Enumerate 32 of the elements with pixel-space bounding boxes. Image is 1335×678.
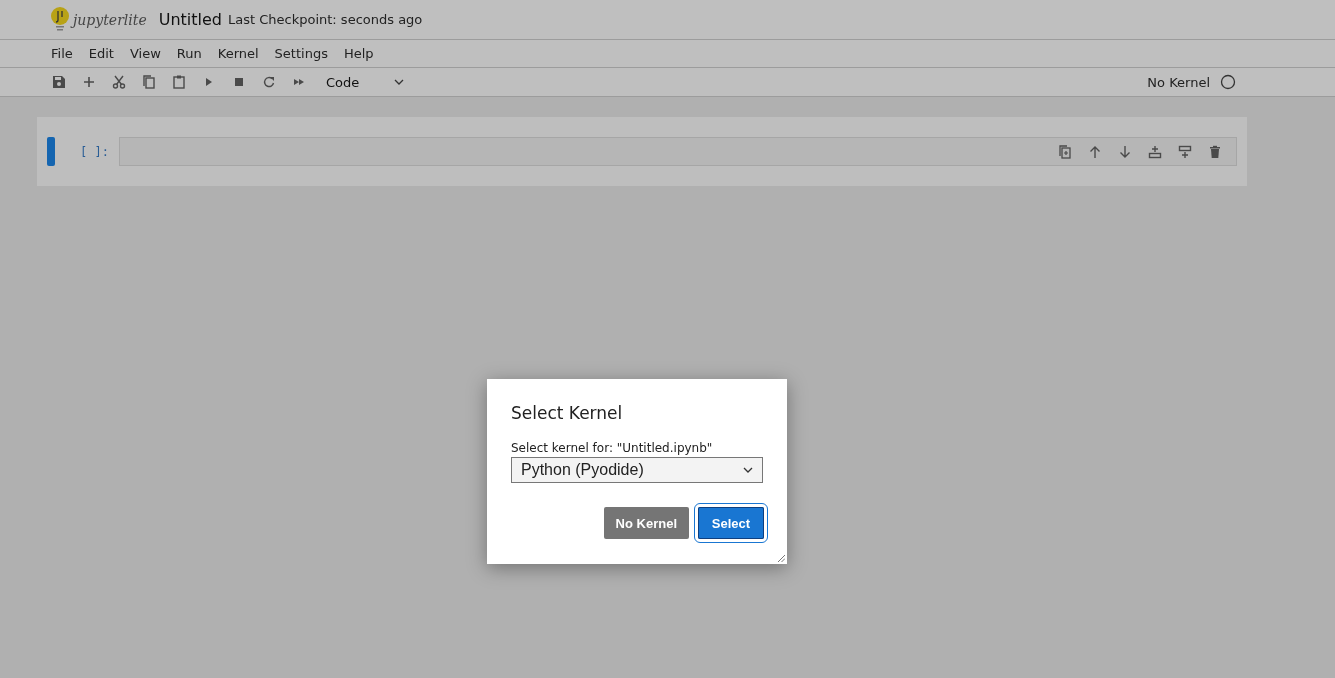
lightbulb-logo-icon — [50, 5, 70, 34]
add-icon[interactable] — [81, 74, 97, 90]
document-title[interactable]: Untitled — [158, 10, 222, 29]
menu-item[interactable]: Settings — [266, 46, 336, 61]
resize-grip-icon[interactable] — [777, 554, 785, 562]
menu-item[interactable]: Run — [168, 46, 210, 61]
code-cell-editor[interactable] — [119, 137, 1237, 166]
arrow-down-icon[interactable] — [1117, 143, 1133, 160]
trash-icon[interactable] — [1207, 143, 1223, 160]
menu-item[interactable]: File — [43, 46, 81, 61]
copy-icon[interactable] — [141, 74, 157, 90]
menu-item[interactable]: Edit — [80, 46, 122, 61]
checkpoint-status: Last Checkpoint: seconds ago — [228, 12, 423, 27]
dialog-title: Select Kernel — [511, 403, 624, 423]
insert-above-icon[interactable] — [1147, 143, 1163, 160]
refresh-icon[interactable] — [261, 74, 277, 90]
no-kernel-button[interactable]: No Kernel — [603, 507, 689, 539]
caret-icon — [394, 79, 404, 85]
insert-below-icon[interactable] — [1177, 143, 1193, 160]
menu-item[interactable]: View — [121, 46, 169, 61]
duplicate-icon[interactable] — [1057, 143, 1073, 160]
save-icon[interactable] — [51, 74, 67, 90]
caret-icon — [743, 467, 753, 473]
kernel-name[interactable]: No Kernel — [1147, 74, 1210, 90]
clipboard-icon[interactable] — [171, 74, 187, 90]
kernel-select[interactable]: Python (Pyodide) — [511, 457, 763, 483]
menu-item[interactable]: Help — [335, 46, 382, 61]
cell-type-dropdown[interactable]: Code — [326, 74, 404, 90]
scissors-icon[interactable] — [111, 74, 127, 90]
cell-prompt: [ ]: — [79, 144, 109, 159]
kernel-select-label: Select kernel for: "Untitled.ipynb" — [511, 441, 714, 455]
menu-item[interactable]: Kernel — [209, 46, 267, 61]
